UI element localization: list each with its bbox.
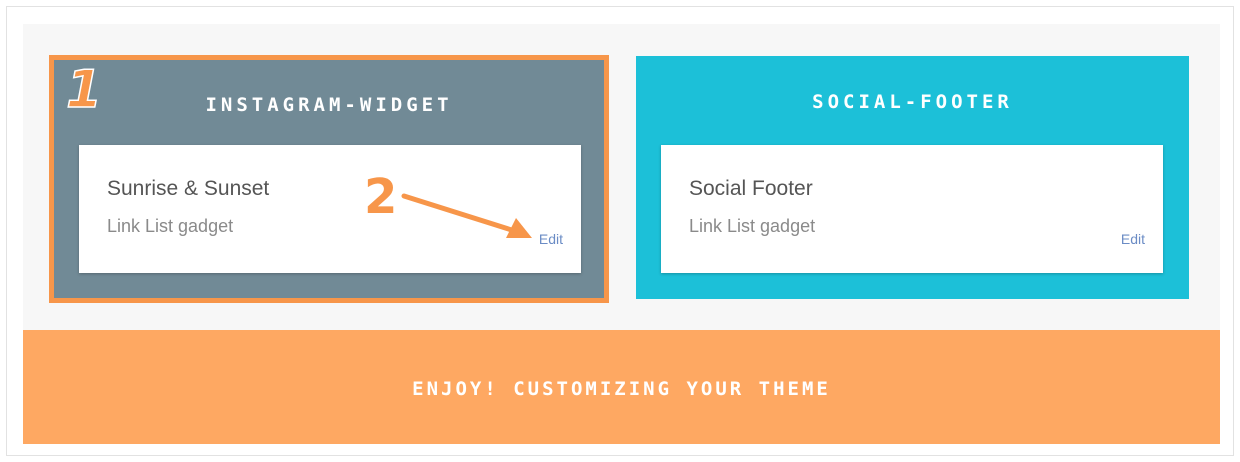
step-1-annotation: 1 [65,60,103,120]
edit-link[interactable]: Edit [1121,231,1145,247]
gadget-type: Link List gadget [107,216,234,236]
arrow-icon [401,193,532,238]
gadget-title: Sunrise & Sunset [107,177,270,200]
footer-text: ENJOY! CUSTOMIZING YOUR THEME [412,378,831,400]
footer-bar: ENJOY! CUSTOMIZING YOUR THEME [23,330,1220,444]
gadget-type: Link List gadget [689,216,816,236]
section-instagram-widget: INSTAGRAM-WIDGET Sunrise & Sunset Link L… [49,55,609,303]
edit-link[interactable]: Edit [539,231,563,247]
section-social-footer: SOCIAL-FOOTER Social Footer Link List ga… [636,56,1189,299]
gadget-card-social-footer[interactable]: Social Footer Link List gadget Edit [661,145,1163,273]
step-2-annotation: 2 [364,169,398,225]
gadget-title: Social Footer [689,177,813,200]
section-title: INSTAGRAM-WIDGET [205,94,453,116]
section-title: SOCIAL-FOOTER [812,91,1013,113]
